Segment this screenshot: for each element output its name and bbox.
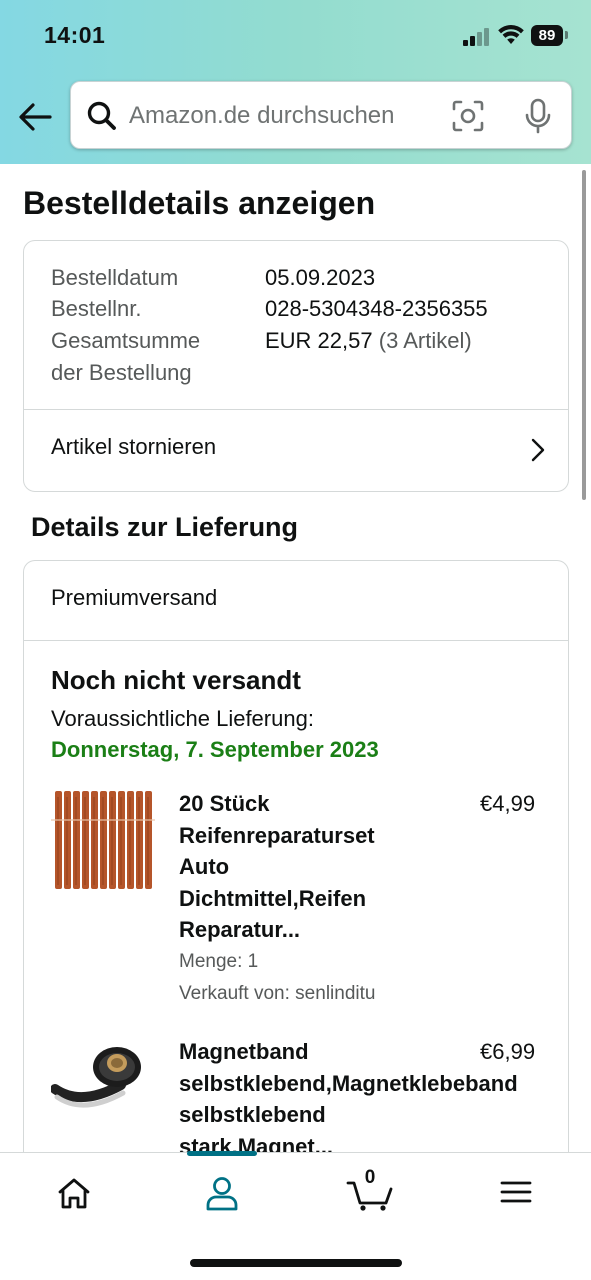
item-title-line: selbstklebend [179, 1102, 326, 1127]
tab-account[interactable] [192, 1173, 252, 1213]
item-price-1: €4,99 [480, 791, 536, 816]
order-number-value: 028-5304348-2356355 [265, 296, 488, 321]
delivery-eta-date: Donnerstag, 7. September 2023 [51, 737, 379, 762]
app-header: 14:01 89 [0, 0, 591, 164]
search-icon [87, 101, 116, 130]
tab-menu[interactable] [486, 1173, 546, 1213]
search-input[interactable] [129, 92, 419, 140]
item-price-2: €6,99 [480, 1039, 536, 1064]
item-title-line: 20 Stück [179, 791, 270, 816]
order-total-amount: EUR 22,57 [265, 328, 373, 353]
cancel-items-link[interactable]: Artikel stornieren [24, 410, 568, 492]
order-date-value: 05.09.2023 [265, 265, 376, 290]
chevron-right-icon [531, 438, 545, 462]
order-item-count: (3 Artikel) [378, 328, 472, 353]
order-total-value: EUR 22,57 (3 Artikel) [265, 325, 472, 357]
item-title-1[interactable]: 20 Stück Reifenreparaturset Auto Dichtmi… [179, 788, 464, 946]
wifi-icon [498, 24, 524, 44]
camera-icon [452, 100, 484, 132]
order-number-label: Bestellnr. [51, 296, 142, 321]
battery-level: 89 [531, 25, 563, 46]
divider [24, 640, 568, 641]
tab-home[interactable] [44, 1173, 104, 1213]
search-bar[interactable] [70, 81, 572, 149]
order-total-label: Gesamtsumme der Bestellung [51, 325, 200, 388]
back-arrow-icon [19, 103, 52, 131]
cart-count-badge: 0 [364, 1167, 376, 1188]
order-date-label: Bestelldatum [51, 265, 179, 290]
page-title: Bestelldetails anzeigen [23, 185, 376, 221]
scrollbar[interactable] [582, 170, 586, 500]
account-icon [206, 1177, 238, 1211]
back-button[interactable] [16, 98, 54, 136]
menu-icon [500, 1181, 532, 1203]
item-title-line: Dichtmittel,Reifen [179, 885, 367, 911]
item-title-line: Reparatur... [179, 917, 301, 942]
home-icon [58, 1178, 90, 1209]
item-title-line: selbstklebend,Magnetklebeband [179, 1070, 518, 1096]
battery-tip [565, 31, 568, 39]
shipment-status: Noch nicht versandt [51, 665, 301, 695]
product-image-magnet-tape[interactable] [51, 1037, 155, 1141]
cancel-items-label: Artikel stornieren [51, 434, 217, 459]
shipping-method: Premiumversand [51, 585, 218, 610]
active-tab-indicator [187, 1151, 257, 1156]
item-quantity-1: Menge: 1 [179, 951, 259, 972]
bottom-tab-bar: 0 [0, 1151, 591, 1280]
status-time: 14:01 [44, 22, 106, 48]
item-title-line: Reifenreparaturset [179, 822, 375, 848]
order-total-label-line1: Gesamtsumme [51, 328, 201, 353]
order-summary-card: Bestelldatum 05.09.2023 Bestellnr. 028-5… [23, 240, 569, 492]
home-indicator[interactable] [190, 1259, 402, 1267]
microphone-icon [525, 98, 551, 134]
order-total-label-line2: der Bestellung [51, 359, 192, 385]
item-seller-1: Verkauft von: senlinditu [179, 983, 376, 1004]
item-title-line: Auto [179, 854, 230, 879]
product-image-tire-plugs[interactable] [51, 789, 155, 893]
cellular-signal-icon [463, 28, 491, 46]
delivery-eta-label: Voraussichtliche Lieferung: [51, 706, 314, 731]
tab-cart[interactable]: 0 [340, 1167, 400, 1213]
delivery-section-title: Details zur Lieferung [31, 512, 299, 542]
